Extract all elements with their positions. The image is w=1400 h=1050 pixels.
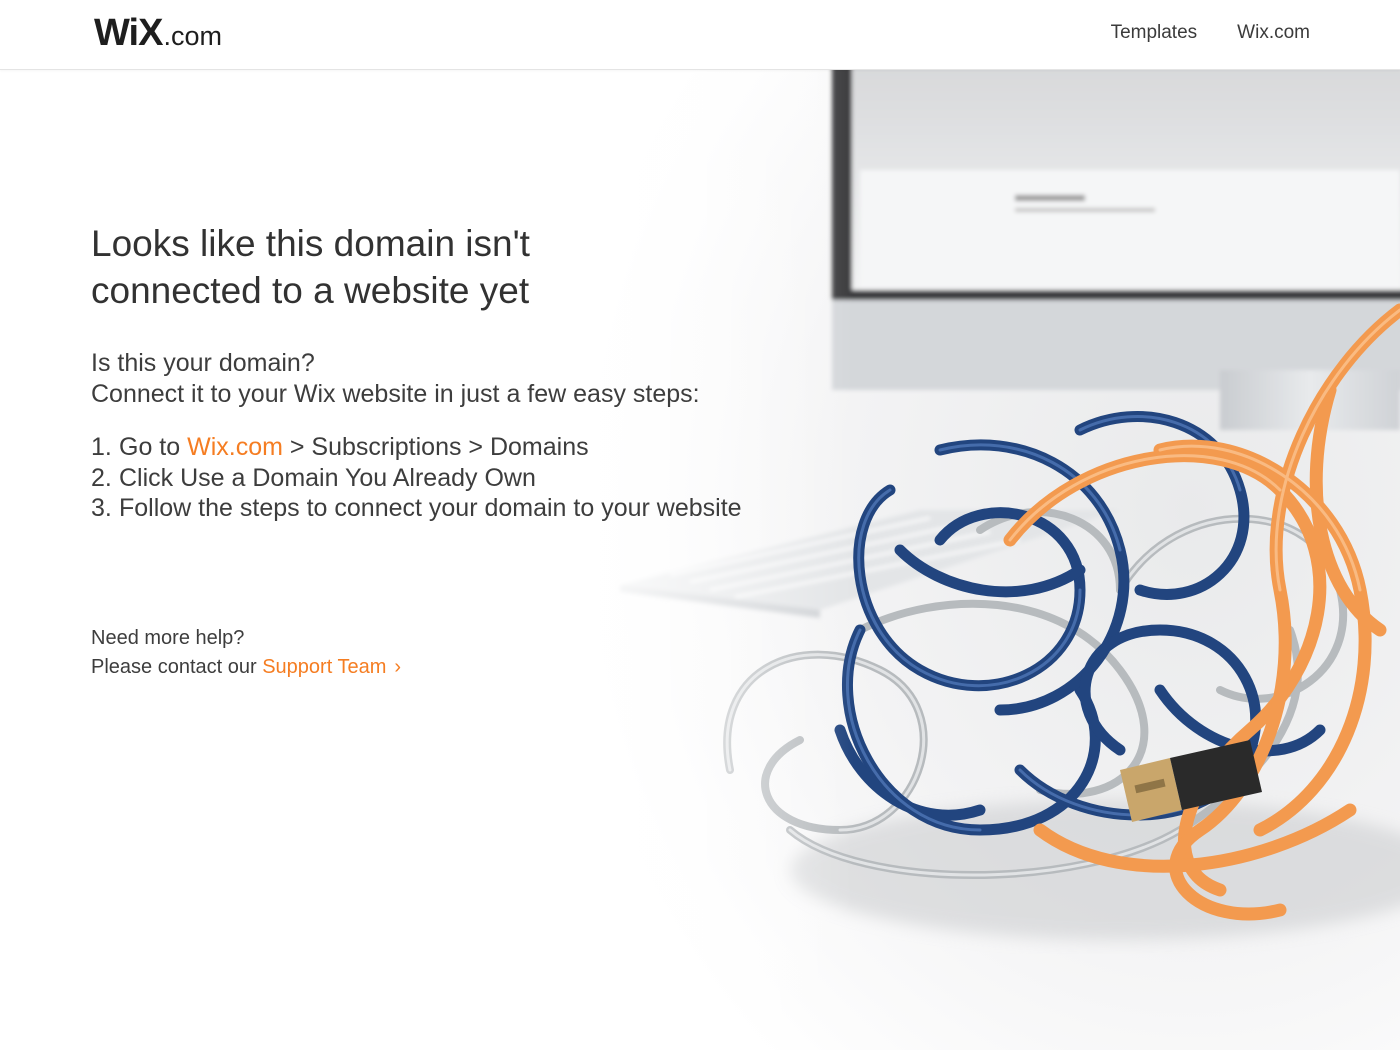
step-1: 1. Go to Wix.com > Subscriptions > Domain… (91, 432, 742, 463)
wix-com-link[interactable]: Wix.com (187, 433, 283, 461)
wix-logo[interactable]: WiX .com (94, 12, 222, 55)
logo-wordmark: WiX (94, 12, 163, 54)
headline-line-1: Looks like this domain isn't (91, 223, 530, 264)
top-header: WiX .com Templates Wix.com (0, 0, 1400, 70)
support-team-link[interactable]: Support Team (262, 656, 386, 678)
help-title: Need more help? (91, 627, 245, 649)
main-content: Looks like this domain isn't connected t… (91, 220, 742, 524)
nav-wix-com-link[interactable]: Wix.com (1237, 22, 1310, 44)
connect-instruction: Connect it to your Wix website in just a… (91, 380, 700, 408)
steps-list: 1. Go to Wix.com > Subscriptions > Domain… (91, 432, 742, 524)
tangled-cables-illustration (560, 70, 1400, 1050)
contact-prefix: Please contact our (91, 656, 263, 678)
page: WiX .com Templates Wix.com Looks like th… (0, 0, 1400, 1050)
nav-templates-link[interactable]: Templates (1111, 22, 1198, 44)
page-title: Looks like this domain isn't connected t… (91, 220, 742, 314)
help-section: Need more help? Please contact our Suppo… (91, 624, 401, 682)
step-number: 2. (91, 463, 112, 492)
intro-text: Is this your domain? Connect it to your … (91, 348, 742, 410)
top-nav: Templates Wix.com (1111, 22, 1310, 44)
step-2-text: Click Use a Domain You Already Own (119, 463, 536, 492)
step-2: 2. Click Use a Domain You Already Own (91, 463, 742, 494)
chevron-right-icon: › (394, 656, 402, 678)
step-number: 3. (91, 494, 112, 522)
step-3-text: Follow the steps to connect your domain … (119, 494, 742, 522)
step-number: 1. (91, 433, 112, 461)
step-3: 3. Follow the steps to connect your domai… (91, 493, 742, 524)
domain-question: Is this your domain? (91, 349, 315, 377)
step-1-prefix: Go to (119, 433, 188, 461)
logo-suffix: .com (163, 21, 222, 51)
contact-line: Please contact our Support Team › (91, 653, 401, 682)
headline-line-2: connected to a website yet (91, 270, 530, 311)
step-1-suffix: > Subscriptions > Domains (282, 433, 589, 461)
